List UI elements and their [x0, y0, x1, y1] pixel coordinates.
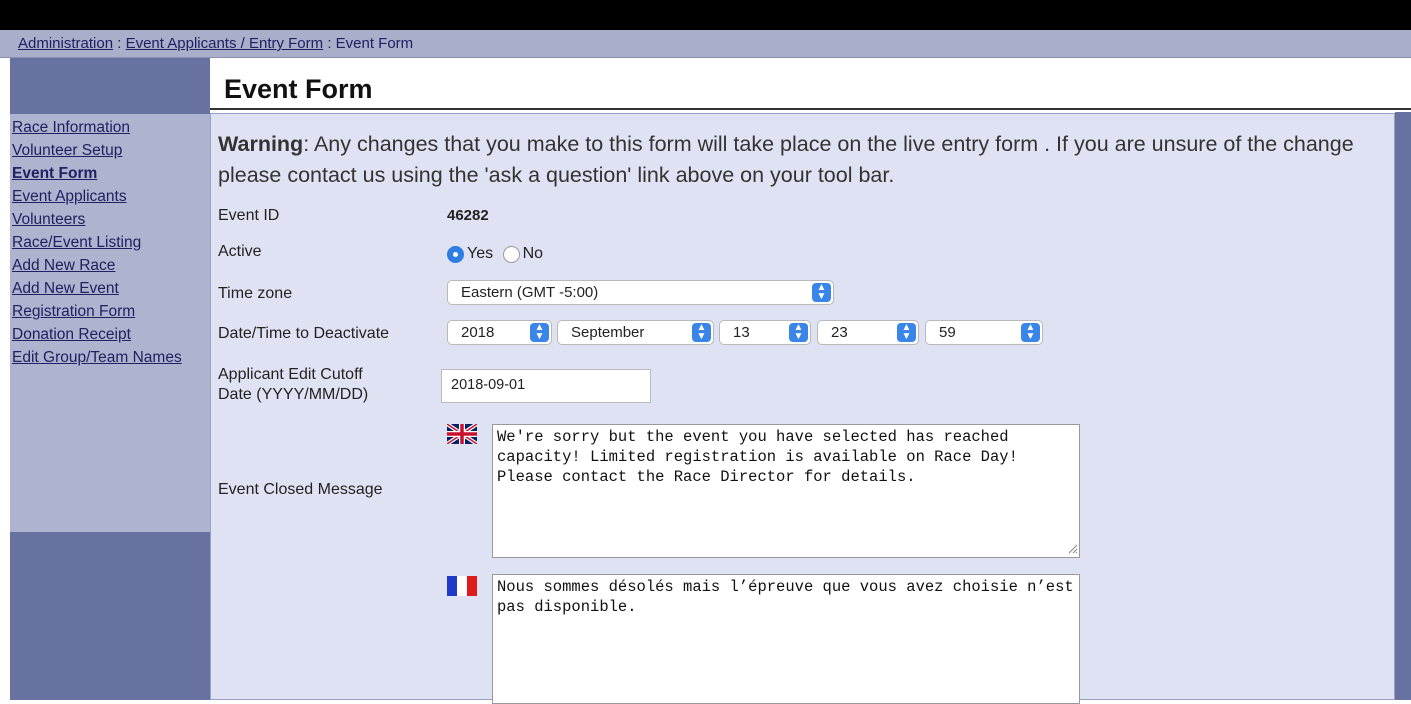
sidebar-item-volunteers[interactable]: Volunteers	[12, 210, 210, 229]
warning-prefix: Warning	[218, 132, 304, 156]
chevron-updown-icon: ▲ ▼	[897, 323, 916, 342]
active-yes-radio[interactable]	[447, 245, 464, 263]
closed-message-fr-textarea[interactable]: Nous sommes désolés mais l’épreuve que v…	[492, 574, 1080, 704]
active-label: Active	[218, 243, 262, 260]
main-content: Event Form Warning: Any changes that you…	[210, 58, 1411, 704]
sidebar-item-edit-group-team-names[interactable]: Edit Group/Team Names	[12, 348, 210, 367]
deactivate-day-value: 13	[733, 324, 750, 341]
deactivate-year-select[interactable]: 2018 ▲ ▼	[447, 320, 552, 345]
deactivate-hour-select[interactable]: 23 ▲ ▼	[817, 320, 919, 345]
resize-handle-icon[interactable]	[1066, 542, 1078, 554]
warning-text: : Any changes that you make to this form…	[218, 132, 1354, 187]
chevron-updown-icon: ▲ ▼	[1021, 323, 1040, 342]
deactivate-label: Date/Time to Deactivate	[218, 325, 390, 342]
title-bar: Event Form	[210, 58, 1411, 110]
form-panel: Warning: Any changes that you make to th…	[210, 113, 1395, 704]
timezone-value: Eastern (GMT -5:00)	[461, 284, 599, 301]
chevron-updown-icon: ▲ ▼	[789, 323, 808, 342]
timezone-label: Time zone	[218, 285, 293, 302]
sidebar-item-event-form[interactable]: Event Form	[12, 164, 210, 183]
active-radio-group: Yes No	[447, 245, 548, 263]
cutoff-date-input[interactable]: 2018-09-01	[441, 369, 651, 403]
uk-flag-icon	[447, 424, 477, 444]
page-title: Event Form	[224, 74, 373, 104]
deactivate-minute-select[interactable]: 59 ▲ ▼	[925, 320, 1043, 345]
chevron-updown-icon: ▲ ▼	[692, 323, 711, 342]
deactivate-year-value: 2018	[461, 324, 495, 341]
deactivate-minute-value: 59	[939, 324, 956, 341]
sidebar: Race Information Volunteer Setup Event F…	[10, 58, 210, 700]
active-no-radio[interactable]	[502, 245, 520, 263]
event-id-value: 46282	[447, 207, 489, 224]
breadcrumb-event-applicants[interactable]: Event Applicants / Entry Form	[126, 35, 324, 52]
breadcrumb-separator: :	[117, 35, 122, 52]
sidebar-item-donation-receipt[interactable]: Donation Receipt	[12, 325, 210, 344]
closed-message-en-textarea[interactable]: We're sorry but the event you have selec…	[492, 424, 1080, 558]
chevron-updown-icon: ▲ ▼	[812, 283, 831, 302]
sidebar-item-race-information[interactable]: Race Information	[12, 118, 210, 137]
cutoff-label: Applicant Edit Cutoff Date (YYYY/MM/DD)	[218, 365, 368, 405]
sidebar-item-add-new-event[interactable]: Add New Event	[12, 279, 210, 298]
sidebar-item-registration-form[interactable]: Registration Form	[12, 302, 210, 321]
deactivate-hour-value: 23	[831, 324, 848, 341]
active-yes-label[interactable]: Yes	[467, 245, 493, 262]
sidebar-item-volunteer-setup[interactable]: Volunteer Setup	[12, 141, 210, 160]
deactivate-month-select[interactable]: September ▲ ▼	[557, 320, 714, 345]
cutoff-label-line1: Applicant Edit Cutoff	[218, 366, 363, 383]
france-flag-icon	[447, 576, 477, 596]
event-id-label: Event ID	[218, 207, 280, 224]
breadcrumb: Administration : Event Applicants / Entr…	[0, 30, 1411, 58]
top-toolbar	[0, 0, 1411, 30]
chevron-updown-icon: ▲ ▼	[530, 323, 549, 342]
sidebar-item-event-applicants[interactable]: Event Applicants	[12, 187, 210, 206]
active-no-label[interactable]: No	[523, 245, 543, 262]
sidebar-nav: Race Information Volunteer Setup Event F…	[10, 114, 210, 532]
sidebar-item-add-new-race[interactable]: Add New Race	[12, 256, 210, 275]
timezone-select[interactable]: Eastern (GMT -5:00) ▲ ▼	[447, 280, 834, 305]
breadcrumb-administration[interactable]: Administration	[18, 35, 113, 52]
breadcrumb-current: Event Form	[335, 35, 414, 52]
warning-message: Warning: Any changes that you make to th…	[218, 129, 1388, 191]
deactivate-month-value: September	[571, 324, 645, 341]
breadcrumb-separator: :	[327, 35, 332, 52]
sidebar-item-race-event-listing[interactable]: Race/Event Listing	[12, 233, 210, 252]
deactivate-day-select[interactable]: 13 ▲ ▼	[719, 320, 811, 345]
closed-message-label: Event Closed Message	[218, 481, 383, 498]
right-margin	[1395, 112, 1411, 700]
cutoff-label-line2: Date (YYYY/MM/DD)	[218, 386, 369, 403]
